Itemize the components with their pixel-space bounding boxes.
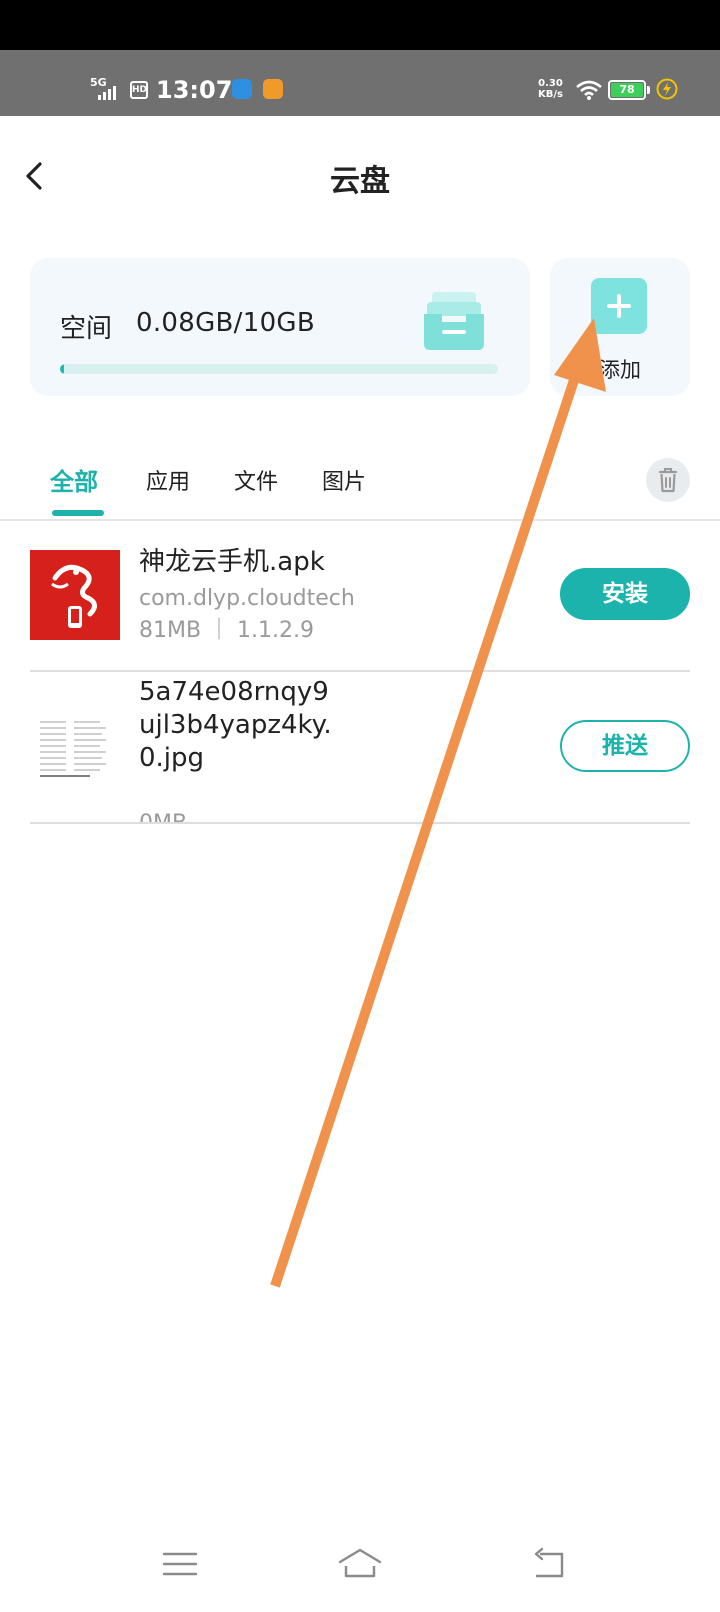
back-nav-icon[interactable] bbox=[526, 1544, 570, 1584]
list-item[interactable]: 5a74e08rnqy9 ujl3b4yapz4ky. 0.jpg 0MB 推送 bbox=[30, 672, 690, 822]
network-speed: 0.30 KB/s bbox=[538, 78, 563, 100]
dragon-logo-icon bbox=[51, 564, 97, 628]
wifi-icon bbox=[576, 80, 602, 100]
plus-icon[interactable] bbox=[591, 278, 647, 334]
file-name-line-2: ujl3b4yapz4ky. bbox=[139, 710, 332, 740]
storage-card: 空间 0.08GB/10GB bbox=[30, 258, 530, 396]
charging-icon bbox=[656, 78, 678, 100]
document-image-icon bbox=[40, 721, 106, 777]
file-name-line-3: 0.jpg bbox=[139, 743, 205, 773]
storage-box-icon bbox=[424, 292, 484, 350]
file-package: com.dlyp.cloudtech bbox=[139, 586, 355, 611]
trash-button[interactable] bbox=[646, 458, 690, 502]
top-black-band bbox=[0, 0, 720, 50]
file-name-line-1: 5a74e08rnqy9 bbox=[139, 677, 329, 707]
image-thumbnail bbox=[30, 712, 120, 802]
file-size-version: 81MB ｜ 1.1.2.9 bbox=[139, 618, 315, 643]
tab-all[interactable]: 全部 bbox=[50, 462, 98, 497]
app-header: 云盘 bbox=[0, 116, 720, 232]
status-bar: 5G HD 13:07 0.30 KB/s 78 bbox=[0, 50, 720, 116]
file-size: 0MB bbox=[139, 808, 187, 822]
hd-badge: HD bbox=[130, 81, 148, 99]
app-thumbnail bbox=[30, 550, 120, 640]
system-nav-bar bbox=[0, 1530, 720, 1612]
status-time: 13:07 bbox=[156, 76, 233, 104]
storage-progress-bar bbox=[60, 364, 498, 374]
tabs-divider bbox=[0, 519, 720, 521]
tab-files[interactable]: 文件 bbox=[234, 464, 278, 496]
home-icon[interactable] bbox=[336, 1544, 384, 1584]
storage-label: 空间 bbox=[60, 314, 113, 344]
page-title: 云盘 bbox=[330, 164, 390, 199]
storage-value: 0.08GB/10GB bbox=[136, 308, 316, 338]
trash-icon bbox=[658, 468, 678, 493]
row-divider bbox=[30, 822, 690, 824]
tab-apps[interactable]: 应用 bbox=[146, 464, 190, 496]
notification-video-icon bbox=[263, 79, 283, 99]
storage-progress-fill bbox=[60, 364, 65, 374]
tab-images[interactable]: 图片 bbox=[322, 464, 366, 496]
install-button[interactable]: 安装 bbox=[560, 568, 690, 620]
add-label: 添加 bbox=[599, 358, 641, 382]
signal-icon bbox=[98, 86, 116, 100]
push-button[interactable]: 推送 bbox=[560, 720, 690, 772]
menu-icon[interactable] bbox=[158, 1544, 202, 1584]
add-card[interactable]: 添加 bbox=[550, 258, 690, 396]
category-tabs: 全部 应用 文件 图片 bbox=[0, 450, 720, 520]
list-item[interactable]: 神龙云手机.apk com.dlyp.cloudtech 81MB ｜ 1.1.… bbox=[30, 547, 690, 670]
notification-app-icon bbox=[232, 79, 252, 99]
battery-tip bbox=[647, 86, 650, 94]
file-name: 神龙云手机.apk bbox=[139, 547, 325, 577]
active-tab-indicator bbox=[52, 510, 104, 516]
battery-icon: 78 bbox=[608, 80, 646, 100]
